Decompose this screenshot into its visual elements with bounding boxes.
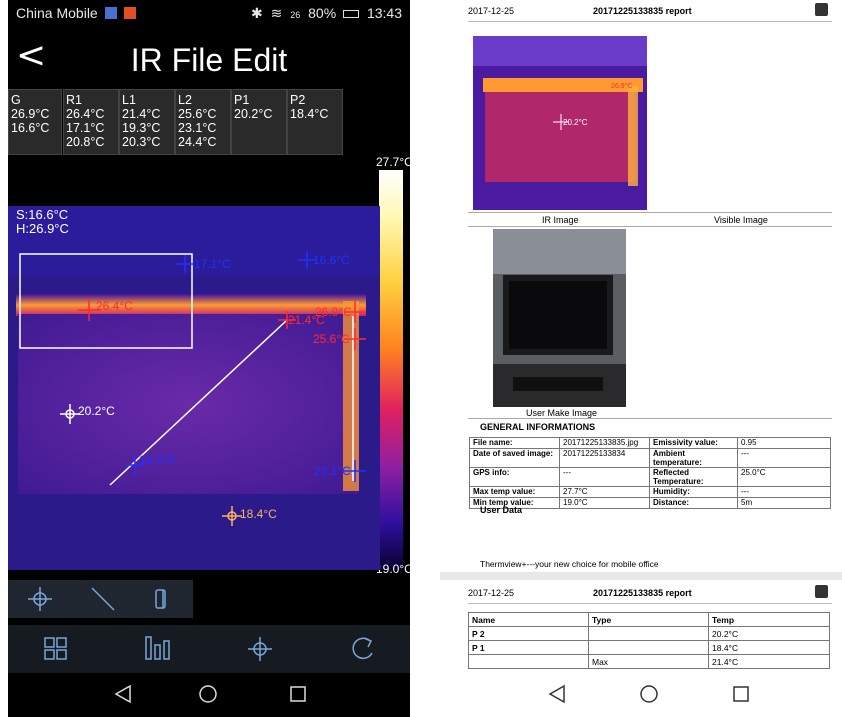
- photo-divider: [468, 418, 832, 419]
- temperature-colorbar: [379, 170, 403, 570]
- table-row: Max 21.4°C: [468, 654, 830, 669]
- caption-divider-2: [468, 226, 832, 227]
- ir-hot-right: [628, 86, 638, 186]
- thermal-image[interactable]: 17.1°C 16.6°C 26.4°C 21.4°C 26.9°C 25.6°…: [8, 206, 380, 570]
- ir-point-label: 20.2°C: [563, 118, 588, 127]
- point-tool-icon[interactable]: [28, 587, 52, 611]
- table-row: P 2 20.2°C: [468, 626, 830, 641]
- nav-buttons: [114, 684, 306, 704]
- user-photo: [493, 229, 626, 407]
- wifi-icon: ≋: [270, 5, 283, 21]
- photo-keyboard: [513, 377, 603, 391]
- table-row: Max temp value: 27.7°C Humidity: ---: [469, 486, 831, 498]
- table-header-row: Name Type Temp: [468, 612, 830, 627]
- chip-l2[interactable]: L2 25.6°C 23.1°C 24.4°C: [175, 89, 231, 155]
- photo-caption: User Make Image: [526, 408, 598, 418]
- report-title-2: 20171225133835 report: [593, 588, 692, 598]
- scene-min: S:16.6°C: [16, 207, 69, 222]
- grid-icon[interactable]: [44, 637, 67, 660]
- colorbar-min-label: 19.0°C: [376, 562, 410, 576]
- general-info-title: GENERAL INFORMATIONS: [480, 422, 596, 432]
- recents-nav-icon[interactable]: [290, 686, 306, 702]
- bars-icon[interactable]: [145, 636, 170, 660]
- photo-ceiling: [493, 229, 626, 274]
- table-row: Date of saved image: 20171225133834 Ambi…: [469, 448, 831, 468]
- general-info-table: File name: 20171225133835.jpg Emissivity…: [469, 437, 831, 509]
- measure-tools: [28, 587, 166, 611]
- app-logo-icon: [815, 3, 828, 16]
- r1-hot-label: 26.4°C: [96, 299, 133, 313]
- l2-low-label: 23.1°C: [314, 464, 351, 478]
- report-header-2: 2017-12-25 20171225133835 report: [468, 582, 832, 604]
- ir-body: [485, 92, 635, 182]
- battery-icon: [343, 10, 360, 18]
- android-nav-bar-2: [440, 673, 842, 717]
- area-tool-icon[interactable]: [155, 589, 166, 609]
- page-title: IR File Edit: [130, 42, 288, 78]
- android-nav-bar: [8, 673, 410, 717]
- bluetooth-icon: ✱: [250, 5, 263, 21]
- home-nav-icon[interactable]: [199, 685, 217, 703]
- report-date-2: 2017-12-25: [468, 588, 515, 598]
- crosshair-icon[interactable]: [248, 637, 272, 661]
- caption-divider: [468, 212, 832, 213]
- ir-top: [473, 36, 647, 66]
- hot-band-right: [343, 301, 359, 491]
- app-bar: < IR File Edit: [8, 30, 410, 88]
- report-date: 2017-12-25: [468, 6, 515, 16]
- table-row: File name: 20171225133835.jpg Emissivity…: [469, 437, 831, 449]
- report-footer: Thermview+---your new choice for mobile …: [480, 559, 659, 569]
- recents-nav-icon[interactable]: [733, 686, 749, 702]
- l1-cold-label: 19.3°C: [139, 453, 176, 467]
- report-preview: 2017-12-25 20171225133835 report 20.2°C …: [440, 0, 842, 717]
- battery-percent: 80%: [308, 5, 337, 21]
- photo-screen: [509, 281, 607, 349]
- page-gap: [440, 572, 842, 580]
- visible-caption: Visible Image: [714, 215, 768, 225]
- p2-label: 18.4°C: [240, 507, 277, 521]
- back-nav-icon[interactable]: [114, 684, 131, 704]
- measure-toolbar: [8, 580, 193, 618]
- chip-p1[interactable]: P1 20.2°C: [231, 89, 287, 155]
- table-row: GPS info: --- Reflected Temperature: 25.…: [469, 467, 831, 487]
- l2-hot-label: 25.6°C: [313, 332, 350, 346]
- table-row: P 1 18.4°C: [468, 640, 830, 655]
- thermal-body: [18, 314, 358, 494]
- carrier-label: China Mobile: [16, 5, 136, 21]
- scene-readout: S:16.6°C H:26.9°C: [16, 208, 69, 236]
- refresh-icon[interactable]: [352, 637, 373, 660]
- points-table: Name Type Temp P 2 20.2°C P 1 18.4°C Max…: [468, 612, 830, 669]
- status-bar: China Mobile ✱ ≋ 26 80% 13:43: [8, 0, 410, 26]
- report-ir-image: 20.2°C 26.9°C: [473, 36, 647, 210]
- table-row: Min temp value: 19.0°C Distance: 5m: [469, 497, 831, 509]
- user-data-heading: User Data: [480, 505, 523, 515]
- report-header: 2017-12-25 20171225133835 report: [468, 0, 832, 22]
- back-nav-icon[interactable]: [548, 684, 565, 704]
- l2-cold-label: 16.6°C: [313, 253, 350, 267]
- chip-g[interactable]: G 26.9°C 16.6°C: [8, 89, 62, 155]
- report-title: 20171225133835 report: [593, 6, 692, 16]
- chip-p2[interactable]: P2 18.4°C: [287, 89, 343, 155]
- bottom-toolbar-icons: [44, 636, 373, 661]
- signal-icon: 26: [290, 10, 301, 20]
- status-right: ✱ ≋ 26 80% 13:43: [251, 5, 402, 22]
- ir-caption: IR Image: [542, 215, 579, 225]
- app-notification-icon: [123, 7, 136, 19]
- chip-r1[interactable]: R1 26.4°C 17.1°C 20.8°C: [63, 89, 119, 155]
- p1-label: 20.2°C: [78, 404, 115, 418]
- notification-icon: [104, 7, 117, 19]
- clock: 13:43: [366, 5, 402, 21]
- line-tool-icon[interactable]: [91, 587, 115, 611]
- home-nav-icon[interactable]: [640, 685, 658, 703]
- ir-edit-screen: China Mobile ✱ ≋ 26 80% 13:43 < IR File …: [8, 0, 410, 717]
- r1-cold-label: 17.1°C: [194, 257, 231, 271]
- bottom-toolbar: [8, 625, 410, 673]
- app-logo-icon: [815, 585, 828, 598]
- g-hot-label: 26.9°C: [315, 305, 352, 319]
- chip-l1[interactable]: L1 21.4°C 19.3°C 20.3°C: [119, 89, 175, 155]
- colorbar-max-label: 27.7°C: [376, 155, 410, 169]
- scene-max: H:26.9°C: [16, 221, 69, 236]
- nav-buttons-2: [548, 684, 749, 704]
- ir-hot-label: 26.9°C: [611, 82, 632, 90]
